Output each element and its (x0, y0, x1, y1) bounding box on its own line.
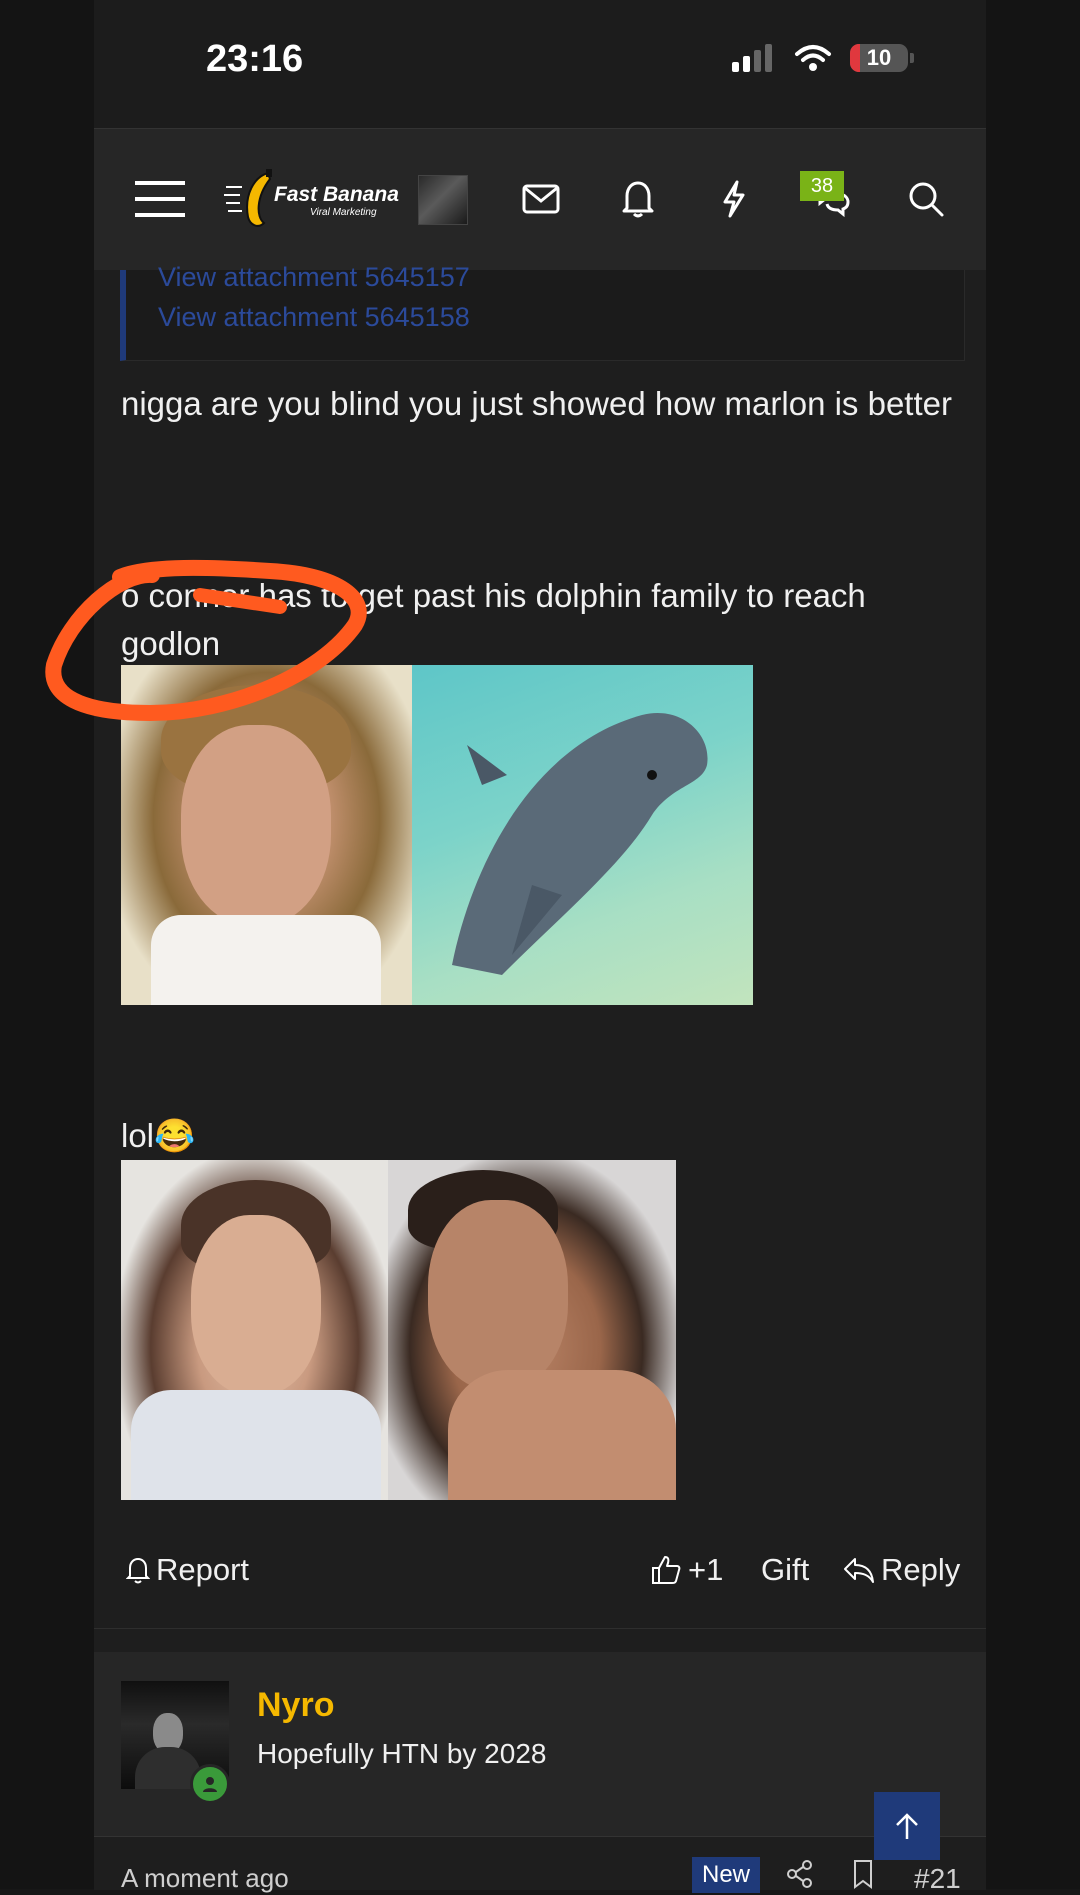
user-online-icon (203, 1777, 217, 1792)
bookmark-icon[interactable] (852, 1859, 874, 1889)
new-badge: New (692, 1857, 761, 1893)
notifications-button[interactable] (608, 169, 668, 229)
username-link[interactable]: Nyro (257, 1686, 334, 1725)
menu-button[interactable] (130, 169, 190, 229)
post-paragraph: nigga are you blind you just showed how … (121, 385, 952, 422)
post-paragraph: lol😂 (121, 1117, 196, 1154)
online-status-indicator (190, 1764, 230, 1804)
user-title: Hopefully HTN by 2028 (257, 1738, 547, 1769)
wifi-icon (795, 45, 831, 71)
dolphin-shape (452, 713, 708, 975)
status-icons: 10 (732, 44, 914, 72)
reply-label: Reply (881, 1552, 961, 1587)
report-label: Report (156, 1552, 250, 1587)
man-portrait-image (388, 1160, 676, 1500)
cellular-signal-icon (732, 44, 772, 72)
post-divider (94, 1628, 986, 1629)
gift-label: Gift (761, 1552, 810, 1587)
reply-button[interactable]: Reply (843, 1552, 960, 1588)
bell-icon (126, 1557, 150, 1584)
site-logo[interactable]: Fast Banana Viral Marketing (224, 167, 399, 233)
post-number[interactable]: #21 (914, 1863, 961, 1895)
attachment-link[interactable]: View attachment 5645157 (158, 262, 470, 293)
conversations-badge: 38 (800, 171, 844, 201)
orange-circle-annotation (45, 559, 367, 722)
report-button[interactable]: Report (126, 1552, 249, 1588)
share-icon[interactable] (786, 1859, 814, 1889)
status-time: 23:16 (206, 38, 304, 80)
logo-subtitle: Viral Marketing (310, 207, 377, 218)
bell-icon (622, 181, 654, 218)
post-actions: Report +1 Gift Reply (94, 1538, 986, 1608)
post-image-collage[interactable] (121, 1160, 676, 1500)
account-avatar[interactable] (418, 175, 468, 225)
man-portrait-image (121, 1160, 388, 1500)
dolphin-image (412, 665, 753, 1005)
battery-indicator: 10 (850, 44, 908, 72)
logo-title: Fast Banana (274, 183, 399, 206)
attachment-link[interactable]: View attachment 5645158 (158, 302, 470, 333)
top-nav-bar: Fast Banana Viral Marketing 38 (94, 129, 986, 270)
quote-block: View attachment 5645157 View attachment … (120, 262, 965, 361)
battery-cap (910, 53, 914, 63)
post-timestamp[interactable]: A moment ago (121, 1863, 289, 1894)
envelope-icon (522, 184, 560, 214)
gift-button[interactable]: Gift (761, 1552, 809, 1588)
hamburger-menu-icon (135, 181, 185, 217)
background-right (986, 0, 1080, 1889)
status-bar: 23:16 10 (94, 0, 986, 129)
thumbs-up-icon (652, 1556, 681, 1584)
like-button[interactable]: +1 (650, 1552, 723, 1588)
battery-level: 10 (866, 45, 892, 70)
search-button[interactable] (896, 169, 956, 229)
search-icon (909, 182, 944, 217)
arrow-up-icon (896, 1813, 918, 1839)
next-post-user-block: Nyro Hopefully HTN by 2028 (94, 1652, 986, 1836)
scroll-to-top-button[interactable] (874, 1792, 940, 1860)
inbox-button[interactable] (511, 169, 571, 229)
lightning-bolt-icon (723, 180, 745, 218)
post-meta-row: A moment ago New #21 (94, 1836, 986, 1894)
whats-new-button[interactable] (704, 169, 764, 229)
reply-arrow-icon (844, 1558, 874, 1583)
like-count: +1 (688, 1552, 724, 1587)
background-left (0, 0, 94, 1889)
